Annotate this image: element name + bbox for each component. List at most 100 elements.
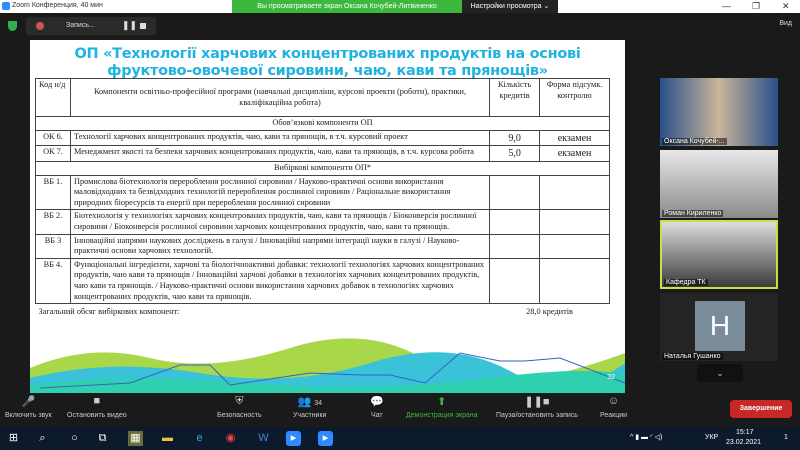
slide-title: ОП «Технології харчових концентрованих п… xyxy=(74,46,581,79)
window-title: Zoom Конференция, 40 мин xyxy=(12,2,103,9)
label: Реакции xyxy=(600,412,628,419)
shield-icon[interactable] xyxy=(8,21,17,31)
edge-icon[interactable]: e xyxy=(192,431,207,446)
record-dot-icon xyxy=(36,22,44,30)
row-name: Функціональні інгредієнти, харчові та бі… xyxy=(69,257,491,305)
camera-icon: ■ xyxy=(93,395,101,407)
system-tray-icons[interactable]: ^ ▮ ▬ ◜ ◁) xyxy=(630,433,662,441)
reactions-button[interactable]: ☺ Реакции xyxy=(600,395,627,419)
video-tile[interactable]: Роман Кириленко xyxy=(660,150,778,218)
zoom-logo-icon xyxy=(2,2,10,10)
people-icon: 👥 34 xyxy=(297,396,322,408)
row-code: ВБ 1. xyxy=(35,174,71,211)
recording-label: Запись... xyxy=(66,22,95,29)
row-name: Менеджмент якості та безпеки харчових ко… xyxy=(69,145,491,162)
participants-count: 34 xyxy=(314,400,322,407)
total-value: 28,0 кредитів xyxy=(526,307,573,317)
cortana-icon[interactable]: ○ xyxy=(67,431,82,446)
zoom-icon[interactable]: ▸ xyxy=(286,431,301,446)
label: Пауза/остановить запись xyxy=(496,412,578,419)
windows-taskbar: ⊞ ⌕ ○ ⧉ ▦ ▬ e ◉ W ▸ ▸ ^ ▮ ▬ ◜ ◁) УКР 15:… xyxy=(0,427,800,450)
clock-date[interactable]: 23.02.2021 xyxy=(726,439,761,446)
task-view-icon[interactable]: ⧉ xyxy=(95,431,110,446)
label: Участники xyxy=(293,412,327,419)
table-row: ВБ 1. Промислова біотехнологія перероблен… xyxy=(35,174,610,211)
view-button[interactable]: Вид xyxy=(779,20,792,27)
security-button[interactable]: ⛨ Безопасность xyxy=(217,395,262,419)
chat-button[interactable]: 💬 Чат xyxy=(370,395,384,419)
minimize-button[interactable]: — xyxy=(722,1,731,11)
header-form: Форма підсумк. контролю xyxy=(539,77,610,118)
smiley-icon: ☺ xyxy=(607,395,620,407)
row-name: Інноваційні напрями наукових досліджень … xyxy=(69,233,491,259)
file-explorer-icon[interactable]: ▬ xyxy=(160,431,175,446)
word-icon[interactable]: W xyxy=(256,431,271,446)
chrome-icon[interactable]: ◉ xyxy=(223,431,238,446)
row-code: ОК 6. xyxy=(35,129,71,147)
zoom-icon[interactable]: ▸ xyxy=(318,431,333,446)
windows-start-icon[interactable]: ⊞ xyxy=(6,431,21,446)
header-code: Код н/д xyxy=(35,77,71,118)
row-form: екзамен xyxy=(539,145,610,162)
participant-name: Роман Кириленко xyxy=(662,210,724,217)
app-icon[interactable]: ▦ xyxy=(128,431,143,446)
avatar: Н xyxy=(695,301,745,351)
video-tile[interactable]: Н Наталья Гушанко xyxy=(660,293,778,361)
view-settings-button[interactable]: Настройки просмотра ⌄ xyxy=(462,0,558,14)
table-row: ОК 7. Менеджмент якості та безпеки харчо… xyxy=(35,145,610,162)
table-row: ВБ 4. Функціональні інгредієнти, харчові … xyxy=(35,257,610,305)
row-form: екзамен xyxy=(539,129,610,147)
share-arrow-icon: ⬆ xyxy=(437,396,447,408)
row-credits: 9,0 xyxy=(489,129,541,147)
clock-time[interactable]: 15:17 xyxy=(736,429,754,436)
table-row: ВБ 2. Біотехнологія у технологіях харчови… xyxy=(35,209,610,235)
row-code: ОК 7. xyxy=(35,145,71,162)
unmute-button[interactable]: 🎤 Включить звук xyxy=(5,395,52,419)
label: Остановить видео xyxy=(67,412,127,419)
search-icon[interactable]: ⌕ xyxy=(35,431,50,446)
maximize-button[interactable]: ❐ xyxy=(752,1,760,12)
label: Демонстрация экрана xyxy=(406,412,478,419)
close-button[interactable]: ✕ xyxy=(782,1,790,12)
participants-button[interactable]: 👥 34 Участники xyxy=(293,395,326,419)
row-code: ВБ 4. xyxy=(35,257,71,305)
end-meeting-button[interactable]: Завершение xyxy=(730,400,792,418)
recording-indicator: Запись... ❚❚ xyxy=(26,17,156,35)
table-header-row: Код н/д Компоненти освітньо-професійної … xyxy=(35,77,610,118)
shared-slide: ОП «Технології харчових концентрованих п… xyxy=(30,40,625,393)
stop-video-button[interactable]: ■ Остановить видео xyxy=(67,395,127,419)
row-code: ВБ 3 xyxy=(35,233,71,259)
stop-recording-icon[interactable] xyxy=(140,23,146,29)
table-row: ВБ 3 Інноваційні напрями наукових дослідж… xyxy=(35,233,610,259)
row-name: Промислова біотехнологія перероблення ро… xyxy=(69,174,491,211)
row-name: Біотехнологія у технологіях харчових кон… xyxy=(69,209,491,235)
chat-icon: 💬 xyxy=(370,396,384,408)
pause-recording-icon[interactable]: ❚❚ xyxy=(122,20,137,31)
table-row: ОК 6. Технології харчових концентрованих… xyxy=(35,129,610,147)
mic-muted-icon: 🎤 xyxy=(21,396,36,408)
pause-stop-recording-button[interactable]: ❚❚■ Пауза/остановить запись xyxy=(496,395,578,419)
total-label: Загальний обсяг вибіркових компонент: xyxy=(38,307,180,317)
curriculum-table: Код н/д Компоненти освітньо-професійної … xyxy=(35,77,610,319)
row-credits: 5,0 xyxy=(489,145,541,162)
share-screen-button[interactable]: ⬆ Демонстрация экрана xyxy=(406,395,478,419)
header-credits: Кількість кредитів xyxy=(489,77,541,118)
decorative-wave-graphic xyxy=(30,338,625,393)
page-number: 32 xyxy=(607,374,615,381)
shield-icon: ⛨ xyxy=(235,395,244,407)
participant-name: Наталья Гушанко xyxy=(662,353,723,360)
video-tile-active-speaker[interactable]: Кафедра ТК xyxy=(660,220,778,289)
label: Чат xyxy=(371,412,383,419)
total-row: Загальний обсяг вибіркових компонент: 28… xyxy=(36,304,610,319)
video-tile[interactable]: Оксана Кочубей-... xyxy=(660,78,778,146)
label: Безопасность xyxy=(217,412,262,419)
screen-share-banner: Вы просматриваете экран Оксана Кочубей-Л… xyxy=(232,0,462,14)
language-indicator[interactable]: УКР xyxy=(705,434,718,441)
chevron-down-icon[interactable]: ⌄ xyxy=(697,364,743,382)
row-name: Технології харчових концентрованих проду… xyxy=(69,129,491,147)
meeting-toolbar: 🎤 Включить звук ■ Остановить видео ⛨ Безопа… xyxy=(0,392,800,427)
participant-name: Кафедра ТК xyxy=(664,279,708,286)
notifications-badge[interactable]: 1 xyxy=(784,434,788,441)
pause-stop-icon: ❚❚■ xyxy=(524,396,550,408)
row-code: ВБ 2. xyxy=(35,209,71,235)
